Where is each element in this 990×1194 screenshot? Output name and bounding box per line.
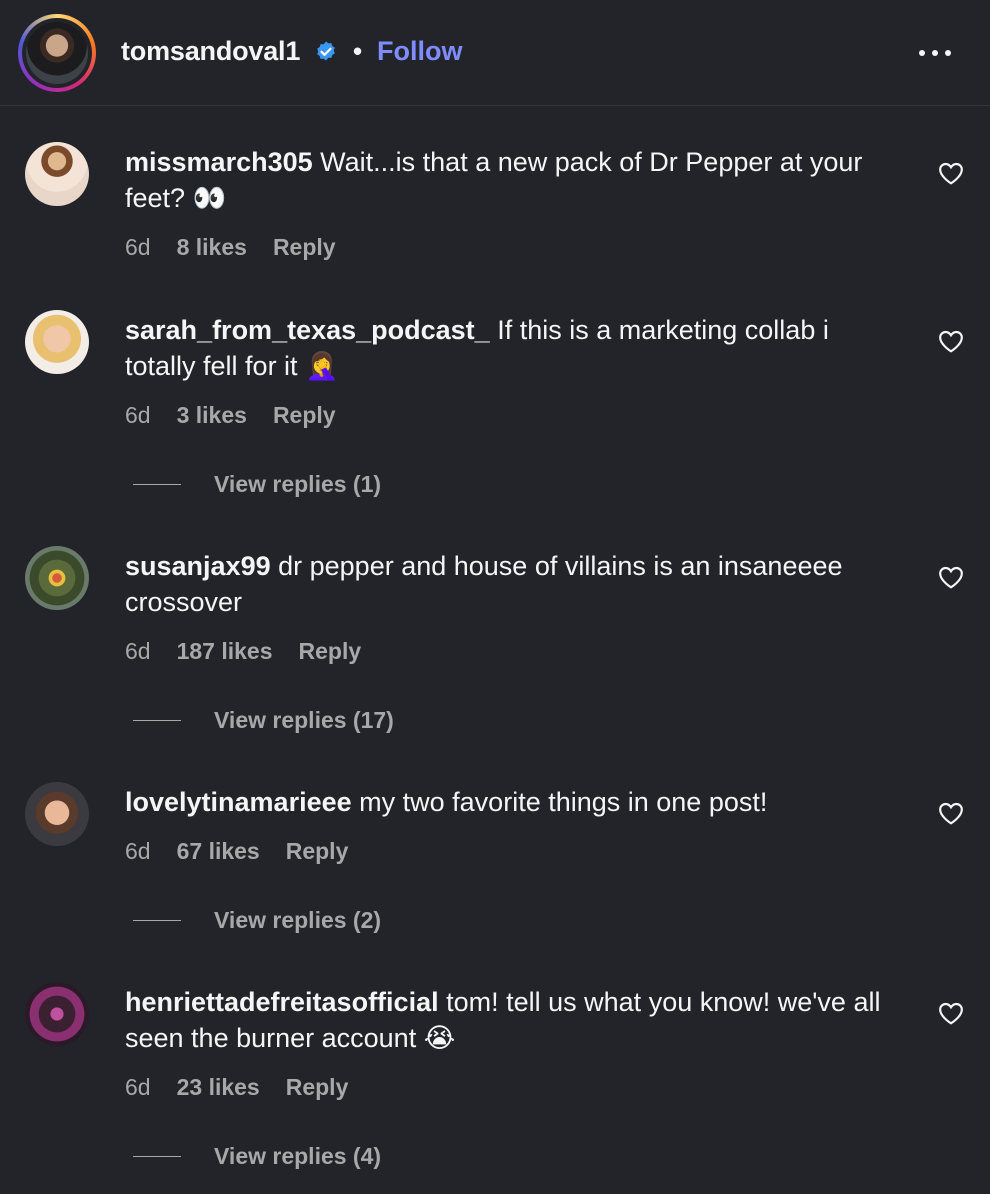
commenter-avatar[interactable] (25, 782, 89, 846)
follow-button[interactable]: Follow (377, 36, 462, 67)
comment-time: 6d (125, 638, 151, 664)
view-replies-label: View replies (1) (214, 470, 382, 497)
comment-time: 6d (125, 838, 151, 864)
comment-likes[interactable]: 67 likes (177, 838, 260, 865)
view-replies-label: View replies (2) (214, 906, 382, 933)
commenter-username[interactable]: missmarch305 (125, 147, 313, 177)
more-options-icon[interactable] (915, 38, 955, 68)
comment-text: susanjax99 dr pepper and house of villai… (125, 548, 905, 620)
comment-likes[interactable]: 3 likes (177, 402, 247, 429)
commenter-username[interactable]: lovelytinamarieee (125, 787, 352, 817)
comment-meta: 6d 67 likes Reply (125, 838, 348, 865)
view-replies-label: View replies (4) (214, 1142, 382, 1169)
view-replies-button[interactable]: View replies (1) (133, 469, 381, 499)
comment-time: 6d (125, 402, 151, 428)
comment-text: missmarch305 Wait...is that a new pack o… (125, 144, 905, 216)
heart-icon[interactable] (938, 329, 964, 353)
commenter-username[interactable]: henriettadefreitasofficial (125, 987, 439, 1017)
commenter-username[interactable]: susanjax99 (125, 551, 271, 581)
view-replies-button[interactable]: View replies (2) (133, 905, 381, 935)
author-avatar[interactable] (18, 14, 96, 92)
reply-button[interactable]: Reply (273, 234, 336, 261)
header-separator: • (353, 36, 363, 66)
heart-icon[interactable] (938, 1001, 964, 1025)
reply-button[interactable]: Reply (286, 838, 349, 865)
comment-meta: 6d 8 likes Reply (125, 234, 336, 261)
comment-meta: 6d 23 likes Reply (125, 1074, 348, 1101)
commenter-avatar[interactable] (25, 142, 89, 206)
comment-likes[interactable]: 23 likes (177, 1074, 260, 1101)
verified-badge-icon (317, 41, 335, 61)
commenter-avatar[interactable] (25, 310, 89, 374)
comment-likes[interactable]: 8 likes (177, 234, 247, 261)
comment-time: 6d (125, 234, 151, 260)
replies-divider-line (133, 719, 181, 721)
comment-text: sarah_from_texas_podcast_ If this is a m… (125, 312, 905, 384)
view-replies-button[interactable]: View replies (17) (133, 705, 394, 735)
commenter-avatar[interactable] (25, 982, 89, 1046)
comment-meta: 6d 3 likes Reply (125, 402, 336, 429)
post-header: tomsandoval1 • Follow (0, 0, 990, 106)
reply-button[interactable]: Reply (273, 402, 336, 429)
replies-divider-line (133, 919, 181, 921)
comment-time: 6d (125, 1074, 151, 1100)
replies-divider-line (133, 483, 181, 485)
view-replies-button[interactable]: View replies (4) (133, 1141, 381, 1171)
comment-text: henriettadefreitasofficial tom! tell us … (125, 984, 905, 1056)
author-username[interactable]: tomsandoval1 (121, 36, 300, 67)
comments-page: tomsandoval1 • Follow missmarch305 Wait.… (0, 0, 990, 1194)
commenter-avatar[interactable] (25, 546, 89, 610)
replies-divider-line (133, 1155, 181, 1157)
heart-icon[interactable] (938, 565, 964, 589)
heart-icon[interactable] (938, 801, 964, 825)
comment-likes[interactable]: 187 likes (177, 638, 273, 665)
commenter-username[interactable]: sarah_from_texas_podcast_ (125, 315, 490, 345)
comment-text: lovelytinamarieee my two favorite things… (125, 784, 905, 820)
view-replies-label: View replies (17) (214, 706, 394, 733)
comment-body: my two favorite things in one post! (359, 787, 768, 817)
reply-button[interactable]: Reply (299, 638, 362, 665)
reply-button[interactable]: Reply (286, 1074, 349, 1101)
comment-meta: 6d 187 likes Reply (125, 638, 361, 665)
heart-icon[interactable] (938, 161, 964, 185)
